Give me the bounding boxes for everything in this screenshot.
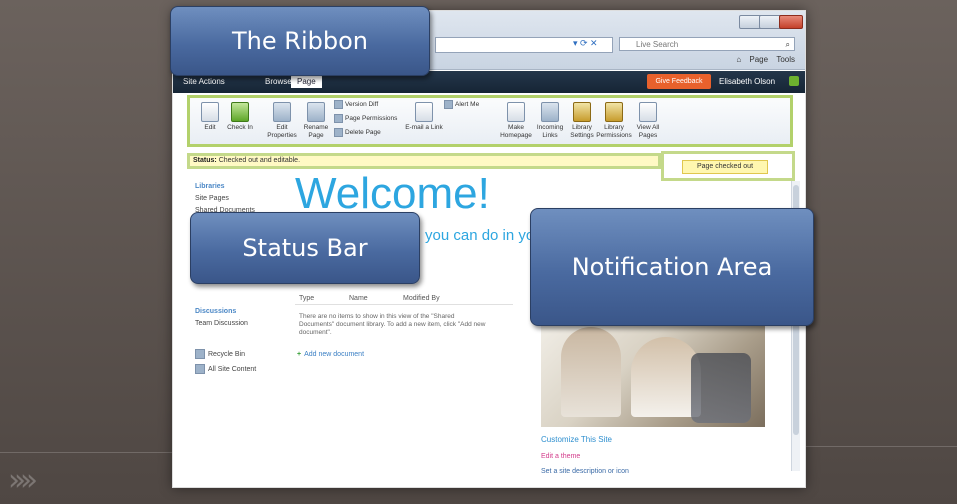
photo-person	[561, 327, 621, 417]
properties-icon	[273, 102, 291, 122]
notification-message: Page checked out	[682, 160, 768, 174]
site-description-link[interactable]: Set a site description or icon	[541, 468, 629, 475]
search-input[interactable]: Live Search ⌕	[619, 37, 795, 51]
search-placeholder: Live Search	[636, 40, 679, 49]
edit-icon	[201, 102, 219, 122]
status-label: Status:	[193, 157, 217, 164]
customize-site-heading: Customize This Site	[541, 435, 612, 444]
documents-header-row: Type Name Modified By	[295, 295, 513, 305]
notification-area: Page checked out	[661, 151, 795, 181]
email-link-button[interactable]: E-mail a Link	[404, 102, 444, 132]
version-icon	[334, 100, 343, 109]
version-diff-button[interactable]: Version Diff	[334, 100, 378, 109]
user-menu[interactable]: Elisabeth Olson	[719, 77, 775, 86]
notification-area-callout: Notification Area	[530, 208, 814, 326]
welcome-subtext: you can do in you	[425, 227, 543, 244]
library-permissions-icon	[605, 102, 623, 122]
settings-icon	[573, 102, 591, 122]
team-photo	[541, 317, 765, 427]
nav-team-discussion[interactable]: Team Discussion	[195, 320, 285, 327]
libraries-header[interactable]: Libraries	[195, 183, 285, 190]
status-bar: Status: Checked out and editable.	[187, 153, 661, 169]
ribbon-callout-label: The Ribbon	[232, 27, 368, 55]
status-bar-callout: Status Bar	[190, 212, 420, 284]
delete-icon	[334, 128, 343, 137]
tools-menu[interactable]: Tools	[776, 55, 795, 64]
check-in-icon	[231, 102, 249, 122]
nav-site-pages[interactable]: Site Pages	[195, 195, 285, 202]
view-pages-icon	[639, 102, 657, 122]
decorative-line	[0, 452, 180, 453]
status-bar-callout-label: Status Bar	[242, 234, 368, 262]
close-button[interactable]	[779, 15, 803, 29]
browser-command-bar: ⌂ Page Tools	[730, 55, 795, 64]
alert-me-button[interactable]: Alert Me	[444, 100, 479, 109]
site-actions-menu[interactable]: Site Actions	[183, 77, 225, 86]
column-modified-by[interactable]: Modified By	[403, 295, 440, 302]
page-menu[interactable]: Page	[749, 55, 768, 64]
alert-icon	[444, 100, 453, 109]
ribbon-callout: The Ribbon	[170, 6, 430, 76]
decorative-chevrons: ››››	[8, 463, 38, 498]
column-name[interactable]: Name	[349, 295, 368, 302]
edit-page-icon[interactable]	[789, 76, 799, 86]
recycle-bin-icon	[195, 349, 205, 359]
site-content-icon	[195, 364, 205, 374]
status-text: Checked out and editable.	[218, 157, 301, 164]
add-document-link[interactable]: + Add new document	[297, 351, 364, 358]
decorative-line	[806, 446, 957, 447]
give-feedback-button[interactable]: Give Feedback	[647, 74, 711, 89]
add-icon: +	[297, 351, 302, 358]
view-all-pages-button[interactable]: View All Pages	[628, 102, 668, 140]
tab-browse[interactable]: Browse	[265, 77, 292, 86]
column-type[interactable]: Type	[299, 295, 314, 302]
page-permissions-button[interactable]: Page Permissions	[334, 114, 397, 123]
check-in-button[interactable]: Check In	[220, 102, 260, 132]
edit-theme-link[interactable]: Edit a theme	[541, 453, 580, 460]
notification-area-callout-label: Notification Area	[571, 253, 773, 281]
photo-laptop	[691, 353, 751, 423]
discussions-header[interactable]: Discussions	[195, 308, 285, 315]
homepage-icon	[507, 102, 525, 122]
rename-icon	[307, 102, 325, 122]
ribbon: Edit Check In Edit Properties Rename Pag…	[187, 95, 793, 147]
nav-recycle-bin[interactable]: Recycle Bin	[195, 349, 285, 359]
tab-page[interactable]: Page	[291, 75, 322, 88]
empty-library-message: There are no items to show in this view …	[299, 313, 486, 336]
links-icon	[541, 102, 559, 122]
nav-all-site-content[interactable]: All Site Content	[195, 364, 285, 374]
email-icon	[415, 102, 433, 122]
rename-page-button[interactable]: Rename Page	[296, 102, 336, 140]
search-icon[interactable]: ⌕	[786, 38, 790, 52]
refresh-stop-icons[interactable]: ▾ ⟳ ✕	[573, 38, 598, 49]
home-icon[interactable]: ⌂	[736, 55, 741, 64]
delete-page-button[interactable]: Delete Page	[334, 128, 381, 137]
permissions-icon	[334, 114, 343, 123]
